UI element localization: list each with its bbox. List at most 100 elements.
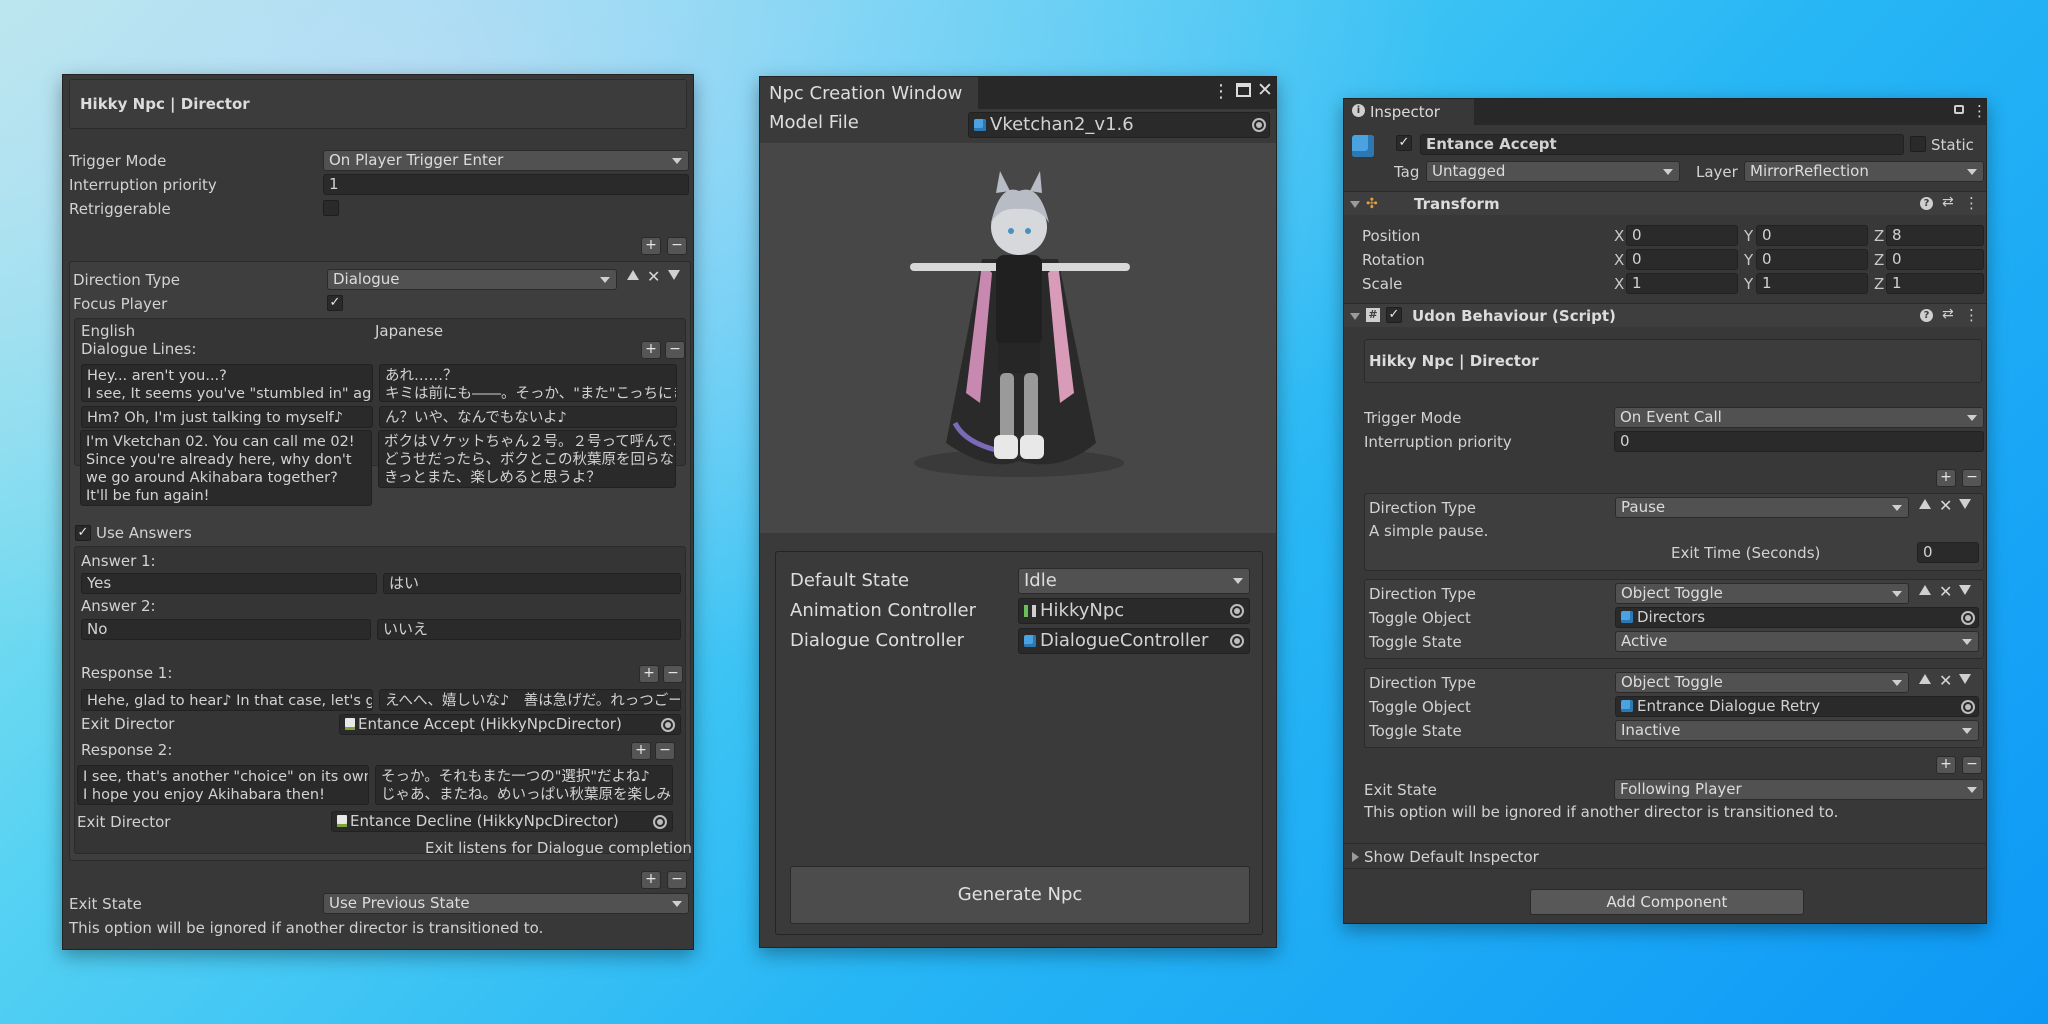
exit-time-field[interactable]: 0: [1917, 542, 1979, 563]
exit-director-2-field[interactable]: Entance Decline (HikkyNpcDirector): [331, 811, 673, 832]
more-options-icon[interactable]: ⋮: [1972, 102, 1986, 120]
lock-icon[interactable]: [1954, 105, 1964, 114]
move-down-icon[interactable]: [1959, 499, 1971, 509]
retriggerable-checkbox[interactable]: [323, 200, 339, 216]
interruption-field[interactable]: 0: [1614, 431, 1984, 452]
toggle-state-dropdown[interactable]: Active: [1615, 631, 1979, 652]
direction-2-type-dropdown[interactable]: Object Toggle: [1615, 583, 1909, 604]
static-checkbox[interactable]: [1910, 136, 1926, 152]
default-state-dropdown[interactable]: Idle: [1018, 568, 1250, 594]
more-options-icon[interactable]: ⋮: [1964, 306, 1979, 324]
direction-3-type-dropdown[interactable]: Object Toggle: [1615, 672, 1909, 693]
window-tab[interactable]: Npc Creation Window: [760, 77, 978, 109]
add-direction-button[interactable]: +: [641, 237, 661, 255]
scale-z-field[interactable]: 1: [1886, 273, 1984, 294]
add-director-button[interactable]: +: [1936, 756, 1956, 774]
answer-1-english[interactable]: Yes: [81, 573, 377, 594]
object-picker-icon[interactable]: [1230, 634, 1244, 648]
move-down-icon[interactable]: [668, 270, 680, 280]
exit-director-1-field[interactable]: Entance Accept (HikkyNpcDirector): [339, 714, 681, 735]
move-up-icon[interactable]: [627, 270, 639, 280]
position-z-field[interactable]: 8: [1886, 225, 1984, 246]
add-response-1-button[interactable]: +: [639, 665, 659, 683]
add-line-button[interactable]: +: [641, 341, 661, 359]
remove-direction-button[interactable]: −: [667, 237, 687, 255]
model-file-field[interactable]: Vketchan2_v1.6: [968, 112, 1270, 138]
exit-state-dropdown[interactable]: Following Player: [1614, 779, 1984, 800]
object-name-field[interactable]: Entance Accept: [1420, 134, 1904, 155]
move-up-icon[interactable]: [1919, 674, 1931, 684]
rotation-z-field[interactable]: 0: [1886, 249, 1984, 270]
scale-x-field[interactable]: 1: [1626, 273, 1738, 294]
object-picker-icon[interactable]: [1961, 700, 1975, 714]
object-picker-icon[interactable]: [653, 815, 667, 829]
direction-type-dropdown[interactable]: Dialogue: [327, 269, 617, 290]
position-y-field[interactable]: 0: [1756, 225, 1868, 246]
add-direction-button[interactable]: +: [1936, 469, 1956, 487]
trigger-mode-dropdown[interactable]: On Player Trigger Enter: [323, 150, 689, 171]
add-component-button[interactable]: Add Component: [1530, 889, 1804, 915]
delete-icon[interactable]: ✕: [1939, 673, 1952, 689]
move-down-icon[interactable]: [1959, 585, 1971, 595]
focus-player-checkbox[interactable]: ✓: [327, 295, 343, 311]
toggle-object-field[interactable]: Directors: [1615, 607, 1979, 628]
remove-response-1-button[interactable]: −: [663, 665, 683, 683]
interruption-field[interactable]: 1: [323, 174, 689, 195]
response-2-japanese[interactable]: そっか。それもまた一つの"選択"だよね♪ じゃあ、またね。めいっぱい秋葉原を楽し…: [375, 765, 673, 805]
line-3-english[interactable]: I'm Vketchan 02. You can call me 02! Sin…: [80, 430, 372, 506]
delete-icon[interactable]: ✕: [647, 269, 660, 285]
animation-controller-field[interactable]: HikkyNpc: [1018, 598, 1250, 624]
static-label[interactable]: Static: [1931, 136, 1974, 154]
response-1-english[interactable]: Hehe, glad to hear♪ In that case, let's …: [81, 689, 373, 711]
help-icon[interactable]: ?: [1920, 197, 1933, 210]
delete-icon[interactable]: ✕: [1939, 584, 1952, 600]
object-picker-icon[interactable]: [1961, 611, 1975, 625]
remove-line-button[interactable]: −: [665, 341, 685, 359]
line-2-japanese[interactable]: ん？いや、なんでもないよ♪: [379, 406, 677, 428]
close-icon[interactable]: ✕: [1257, 79, 1273, 101]
rotation-y-field[interactable]: 0: [1756, 249, 1868, 270]
move-up-icon[interactable]: [1919, 585, 1931, 595]
exit-state-dropdown[interactable]: Use Previous State: [323, 893, 689, 914]
remove-direction-button[interactable]: −: [1962, 469, 1982, 487]
more-options-icon[interactable]: ⋮: [1964, 194, 1979, 212]
position-x-field[interactable]: 0: [1626, 225, 1738, 246]
direction-1-type-dropdown[interactable]: Pause: [1615, 497, 1909, 518]
answer-2-english[interactable]: No: [81, 619, 371, 640]
move-down-icon[interactable]: [1959, 674, 1971, 684]
answer-2-japanese[interactable]: いいえ: [377, 619, 681, 640]
udon-enabled-checkbox[interactable]: ✓: [1386, 307, 1402, 323]
trigger-mode-dropdown[interactable]: On Event Call: [1614, 407, 1984, 428]
remove-director-button[interactable]: −: [1962, 756, 1982, 774]
preset-icon[interactable]: ⇄: [1942, 306, 1954, 322]
add-response-2-button[interactable]: +: [631, 742, 651, 760]
use-answers-checkbox[interactable]: ✓: [75, 525, 91, 541]
preset-icon[interactable]: ⇄: [1942, 194, 1954, 210]
generate-npc-button[interactable]: Generate Npc: [790, 866, 1250, 924]
inspector-tab[interactable]: i Inspector: [1344, 99, 1474, 125]
object-picker-icon[interactable]: [1230, 604, 1244, 618]
remove-response-2-button[interactable]: −: [655, 742, 675, 760]
tag-dropdown[interactable]: Untagged: [1426, 161, 1680, 182]
toggle-object-field[interactable]: Entrance Dialogue Retry: [1615, 696, 1979, 717]
rotation-x-field[interactable]: 0: [1626, 249, 1738, 270]
line-1-japanese[interactable]: あれ……？ キミは前にも――。そっか、"また"こっちにきちゃった: [379, 364, 677, 402]
maximize-icon[interactable]: [1236, 83, 1251, 97]
toggle-state-dropdown[interactable]: Inactive: [1615, 720, 1979, 741]
transform-header[interactable]: ✣ Transform ? ⇄ ⋮: [1344, 191, 1986, 215]
add-director-button[interactable]: +: [641, 871, 661, 889]
remove-director-button[interactable]: −: [667, 871, 687, 889]
move-up-icon[interactable]: [1919, 499, 1931, 509]
udon-header[interactable]: # ✓ Udon Behaviour (Script) ? ⇄ ⋮: [1344, 303, 1986, 327]
response-1-japanese[interactable]: えへへ、嬉しいな♪ 善は急げだ。れっつごー！: [379, 689, 681, 711]
line-2-english[interactable]: Hm? Oh, I'm just talking to myself♪: [81, 406, 373, 428]
dialogue-controller-field[interactable]: DialogueController: [1018, 628, 1250, 654]
response-2-english[interactable]: I see, that's another "choice" on its ow…: [77, 765, 369, 805]
help-icon[interactable]: ?: [1920, 309, 1933, 322]
scale-y-field[interactable]: 1: [1756, 273, 1868, 294]
active-checkbox[interactable]: ✓: [1396, 135, 1412, 151]
more-options-icon[interactable]: ⋮: [1212, 81, 1230, 102]
object-picker-icon[interactable]: [661, 718, 675, 732]
object-picker-icon[interactable]: [1252, 118, 1266, 132]
delete-icon[interactable]: ✕: [1939, 498, 1952, 514]
